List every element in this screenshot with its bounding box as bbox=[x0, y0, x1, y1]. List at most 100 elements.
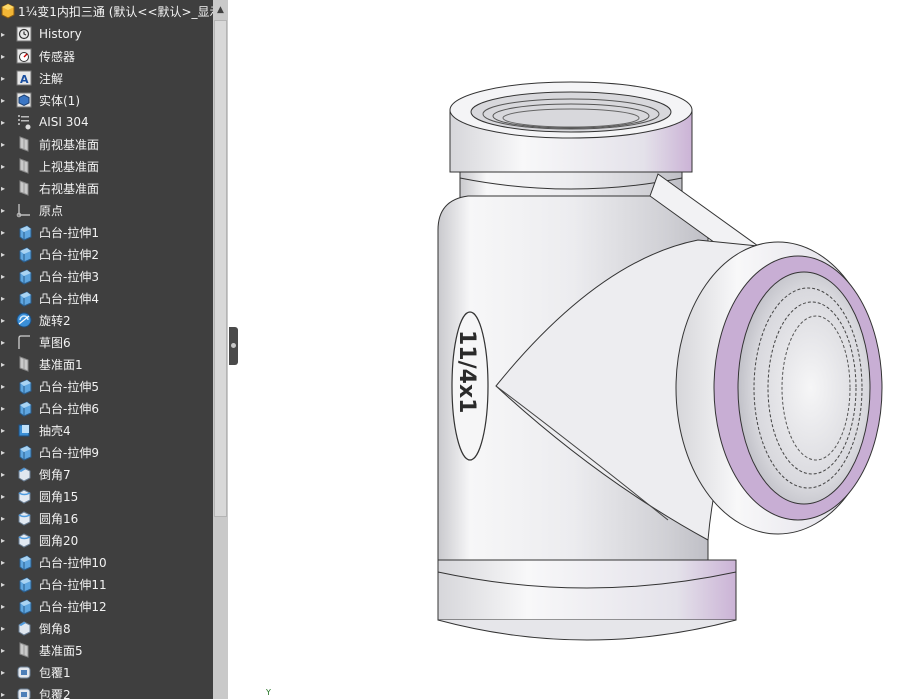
tree-item[interactable]: ▸ 包覆1 bbox=[0, 661, 213, 683]
boss-extrude-icon bbox=[19, 555, 32, 571]
chamfer-icon bbox=[18, 621, 31, 636]
tree-item-label: 基准面5 bbox=[39, 643, 83, 658]
tree-item[interactable]: ▸ 凸台-拉伸2 bbox=[0, 243, 213, 265]
tree-item[interactable]: ▸ 倒角7 bbox=[0, 463, 213, 485]
part-title-row[interactable]: 1¼变1内扣三通 (默认<<默认>_显示 bbox=[0, 0, 213, 22]
expand-arrow-icon[interactable]: ▸ bbox=[0, 470, 15, 479]
expand-arrow-icon[interactable]: ▸ bbox=[0, 206, 15, 215]
expand-arrow-icon[interactable]: ▸ bbox=[0, 690, 15, 699]
expand-arrow-icon[interactable]: ▸ bbox=[0, 624, 15, 633]
expand-arrow-icon[interactable]: ▸ bbox=[0, 52, 15, 61]
tree-item-label: 凸台-拉伸4 bbox=[39, 291, 99, 306]
scroll-thumb[interactable] bbox=[214, 20, 227, 517]
tree-item[interactable]: ▸ 圆角20 bbox=[0, 529, 213, 551]
expand-arrow-icon[interactable]: ▸ bbox=[0, 514, 15, 523]
tree-item[interactable]: ▸ 旋转2 bbox=[0, 309, 213, 331]
chamfer-icon bbox=[18, 467, 31, 482]
expand-arrow-icon[interactable]: ▸ bbox=[0, 250, 15, 259]
bottom-collar bbox=[437, 559, 737, 621]
tree-item-label: 基准面1 bbox=[39, 357, 83, 372]
expand-arrow-icon[interactable]: ▸ bbox=[0, 162, 15, 171]
tree-item[interactable]: ▸ 凸台-拉伸5 bbox=[0, 375, 213, 397]
tree-item-label: 凸台-拉伸3 bbox=[39, 269, 99, 284]
expand-arrow-icon[interactable]: ▸ bbox=[0, 30, 15, 39]
expand-arrow-icon[interactable]: ▸ bbox=[0, 316, 15, 325]
origin-icon bbox=[16, 204, 30, 218]
tree-item[interactable]: ▸ 实体(1) bbox=[0, 89, 213, 111]
tree-item[interactable]: ▸ 传感器 bbox=[0, 45, 213, 67]
expand-arrow-icon[interactable]: ▸ bbox=[0, 668, 15, 677]
tree-item-label: 前视基准面 bbox=[39, 137, 100, 152]
part-title: 1¼变1内扣三通 (默认<<默认>_显示 bbox=[18, 4, 213, 19]
tree-item[interactable]: ▸ 凸台-拉伸11 bbox=[0, 573, 213, 595]
collapse-panel-handle[interactable] bbox=[229, 327, 238, 365]
tree-item[interactable]: ▸ 右视基准面 bbox=[0, 177, 213, 199]
tree-item[interactable]: ▸ 凸台-拉伸9 bbox=[0, 441, 213, 463]
wrap-icon bbox=[17, 666, 31, 679]
expand-arrow-icon[interactable]: ▸ bbox=[0, 646, 15, 655]
tree-item[interactable]: ▸ 凸台-拉伸3 bbox=[0, 265, 213, 287]
tree-item[interactable]: ▸ 凸台-拉伸6 bbox=[0, 397, 213, 419]
expand-arrow-icon[interactable]: ▸ bbox=[0, 536, 15, 545]
expand-arrow-icon[interactable]: ▸ bbox=[0, 448, 15, 457]
expand-arrow-icon[interactable]: ▸ bbox=[0, 404, 15, 413]
tree-item-label: 上视基准面 bbox=[39, 159, 100, 174]
shell-icon bbox=[18, 424, 30, 437]
expand-arrow-icon[interactable]: ▸ bbox=[0, 184, 15, 193]
expand-arrow-icon[interactable]: ▸ bbox=[0, 272, 15, 281]
expand-arrow-icon[interactable]: ▸ bbox=[0, 74, 15, 83]
expand-arrow-icon[interactable]: ▸ bbox=[0, 580, 15, 589]
feature-manager-tree: 1¼变1内扣三通 (默认<<默认>_显示 ▸ History ▸ 传感器 ▸ A 注解 ▸ 实体… bbox=[0, 0, 213, 699]
plane-icon bbox=[19, 158, 29, 174]
tree-item[interactable]: ▸ 凸台-拉伸12 bbox=[0, 595, 213, 617]
tree-item-label: 凸台-拉伸12 bbox=[39, 599, 107, 614]
expand-arrow-icon[interactable]: ▸ bbox=[0, 492, 15, 501]
boss-extrude-icon bbox=[19, 269, 32, 285]
tree-item[interactable]: ▸ History bbox=[0, 23, 213, 45]
history-icon bbox=[16, 26, 32, 42]
tree-item[interactable]: ▸ 凸台-拉伸10 bbox=[0, 551, 213, 573]
expand-arrow-icon[interactable]: ▸ bbox=[0, 118, 15, 127]
tree-item-label: 圆角20 bbox=[39, 533, 79, 548]
tree-item[interactable]: ▸ 包覆2 bbox=[0, 683, 213, 699]
tree-item[interactable]: ▸ 原点 bbox=[0, 199, 213, 221]
expand-arrow-icon[interactable]: ▸ bbox=[0, 602, 15, 611]
sensor-icon bbox=[16, 48, 32, 64]
tree-item[interactable]: ▸ 圆角16 bbox=[0, 507, 213, 529]
tree-item[interactable]: ▸ 倒角8 bbox=[0, 617, 213, 639]
tree-item[interactable]: ▸ 基准面5 bbox=[0, 639, 213, 661]
tree-item[interactable]: ▸ 草图6 bbox=[0, 331, 213, 353]
tee-fitting-model[interactable]: 11/4x1 bbox=[238, 0, 897, 699]
tree-item[interactable]: ▸ 抽壳4 bbox=[0, 419, 213, 441]
boss-extrude-icon bbox=[19, 379, 32, 395]
expand-arrow-icon[interactable]: ▸ bbox=[0, 228, 15, 237]
expand-arrow-icon[interactable]: ▸ bbox=[0, 294, 15, 303]
expand-arrow-icon[interactable]: ▸ bbox=[0, 558, 15, 567]
tree-item[interactable]: ▸ 凸台-拉伸1 bbox=[0, 221, 213, 243]
tree-item[interactable]: ▸ 基准面1 bbox=[0, 353, 213, 375]
sketch-icon bbox=[18, 335, 30, 349]
tree-item[interactable]: ▸ AISI 304 bbox=[0, 111, 213, 133]
tree-scrollbar[interactable]: ▲ bbox=[213, 0, 228, 699]
tree-item[interactable]: ▸ 凸台-拉伸4 bbox=[0, 287, 213, 309]
scroll-up-icon[interactable]: ▲ bbox=[214, 2, 227, 18]
part-icon bbox=[1, 3, 15, 19]
expand-arrow-icon[interactable]: ▸ bbox=[0, 382, 15, 391]
expand-arrow-icon[interactable]: ▸ bbox=[0, 338, 15, 347]
tree-item[interactable]: ▸ 上视基准面 bbox=[0, 155, 213, 177]
handle-dot-icon bbox=[231, 343, 236, 348]
boss-extrude-icon bbox=[19, 445, 32, 461]
tree-item[interactable]: ▸ 前视基准面 bbox=[0, 133, 213, 155]
expand-arrow-icon[interactable]: ▸ bbox=[0, 140, 15, 149]
expand-arrow-icon[interactable]: ▸ bbox=[0, 360, 15, 369]
expand-arrow-icon[interactable]: ▸ bbox=[0, 426, 15, 435]
tree-item[interactable]: ▸ 圆角15 bbox=[0, 485, 213, 507]
triad-axis-label: Y bbox=[266, 688, 271, 697]
tree-item-label: 右视基准面 bbox=[39, 181, 100, 196]
fillet-icon bbox=[18, 511, 31, 526]
tree-item[interactable]: ▸ A 注解 bbox=[0, 67, 213, 89]
tree-item-label: 包覆1 bbox=[39, 665, 71, 680]
plane-icon bbox=[19, 180, 29, 196]
expand-arrow-icon[interactable]: ▸ bbox=[0, 96, 15, 105]
graphics-viewport[interactable]: 11/4x1 bbox=[238, 0, 897, 699]
